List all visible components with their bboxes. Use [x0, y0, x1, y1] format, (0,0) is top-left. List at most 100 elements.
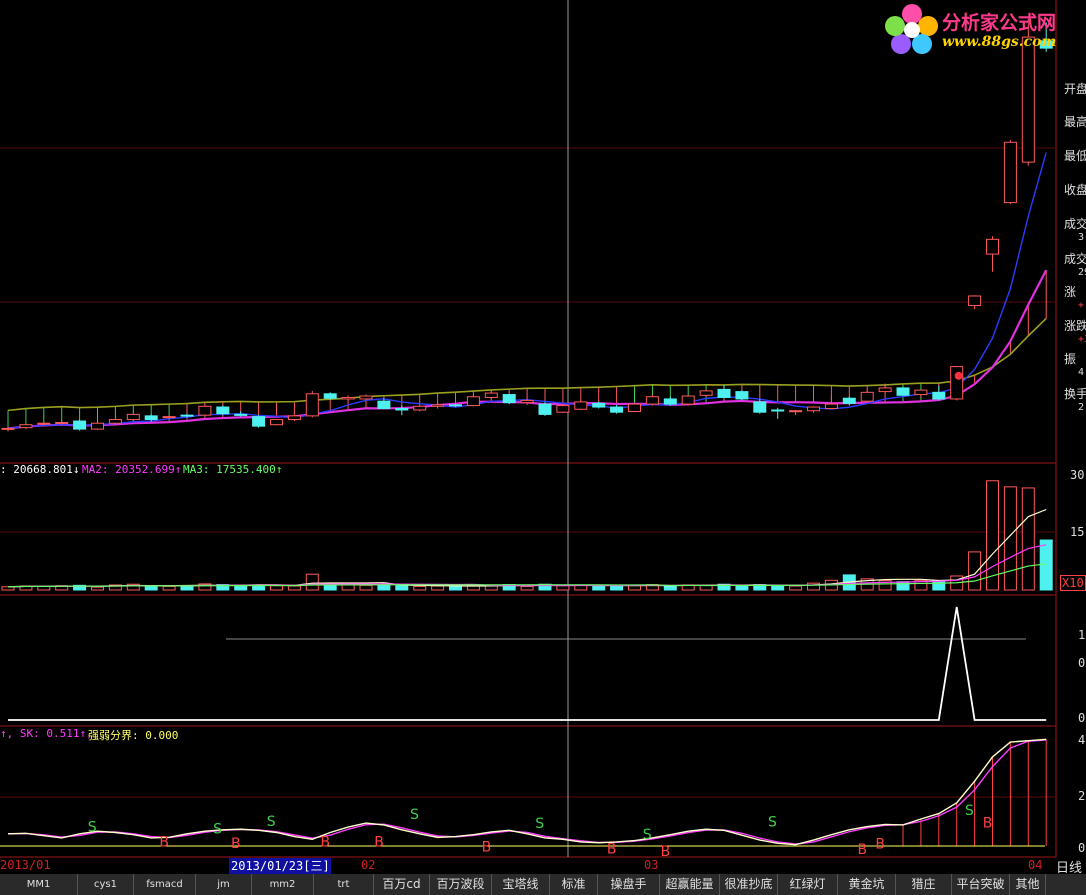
indicator-tab[interactable]: 百万波段	[430, 874, 492, 895]
candle-up	[824, 403, 838, 410]
buy-signal-dot	[954, 371, 963, 380]
candle-up	[270, 419, 283, 426]
indicator-tab[interactable]: 宝塔线	[492, 874, 550, 895]
indicator-tab[interactable]: 红绿灯	[778, 874, 838, 895]
indicator-tab[interactable]: 超赢能量	[660, 874, 720, 895]
quote-field-label: 成交	[1064, 252, 1086, 266]
indicator-tab[interactable]: 黄金坑	[838, 874, 896, 895]
sell-signal-label: S	[535, 816, 544, 832]
candle-down	[449, 404, 462, 407]
volume-axis-top: 30	[1070, 468, 1085, 482]
sell-signal-label: S	[643, 827, 652, 843]
kline-chart-window[interactable]: SBBSBSBSBSBSBBSBSB 分析家公式网 www.88gs.com 开…	[0, 0, 1086, 895]
signal-axis-top: 1	[1078, 628, 1086, 642]
candle-up	[681, 395, 695, 405]
indicator-tab[interactable]: jm	[196, 874, 252, 895]
kd-sd-line	[7, 739, 1047, 845]
buy-signal-label: B	[231, 836, 241, 852]
kd-sk-label: ↑, SK: 0.511↑,	[0, 727, 93, 740]
candle-down	[896, 387, 910, 396]
candle-up	[789, 410, 803, 413]
candle-down	[323, 393, 337, 399]
indicator-tab[interactable]: 平台突破	[952, 874, 1010, 895]
quote-field-value: 3	[1078, 232, 1085, 243]
indicator-tab[interactable]: MM1	[0, 874, 78, 895]
candle-up	[878, 387, 892, 393]
candle-down	[753, 401, 767, 413]
date-tick-feb: 02	[361, 858, 376, 872]
flower-logo-icon	[885, 4, 938, 54]
buy-signal-label: B	[321, 835, 331, 851]
volume-bar	[896, 581, 910, 591]
buy-signal-label: B	[858, 842, 868, 858]
volume-ma1-label: : 20668.801↓	[0, 463, 80, 476]
buy-signal-label: B	[661, 844, 671, 860]
date-tick-apr: 04	[1028, 858, 1043, 872]
volume-bar	[91, 586, 104, 591]
quote-field-label: 成交	[1064, 217, 1086, 231]
indicator-tab[interactable]: fsmacd	[134, 874, 196, 895]
candle-down	[592, 402, 606, 408]
volume-bar	[359, 584, 373, 591]
volume-bar-chart	[1, 480, 1053, 591]
indicator-tab[interactable]: 标准	[550, 874, 598, 895]
indicator-tab[interactable]: 其他	[1010, 874, 1046, 895]
volume-bar	[341, 584, 355, 591]
candle-up	[431, 404, 445, 407]
candle-up	[574, 401, 588, 410]
volume-bar	[1039, 539, 1053, 591]
candle-down	[252, 416, 266, 427]
quote-field-label: 最高	[1064, 115, 1086, 129]
quote-field-label: 涨	[1064, 285, 1077, 299]
sell-signal-label: S	[768, 814, 777, 830]
quote-field-label: 涨跌	[1064, 319, 1086, 333]
quote-field-value: 2	[1078, 402, 1085, 413]
volume-axis-unit: X10	[1060, 575, 1086, 591]
volume-ma2-label: MA2: 20352.699↑	[82, 463, 182, 476]
indicator-tab[interactable]: cys1	[78, 874, 134, 895]
volume-bar	[270, 585, 283, 591]
candle-up	[19, 424, 33, 429]
volume-bar	[287, 585, 301, 591]
candle-up	[126, 413, 140, 421]
candle-down	[842, 397, 856, 404]
candle-up	[1, 427, 15, 430]
candle-up	[359, 395, 373, 400]
kd-indicator-chart: SB BSBSBSBSBSB BSBSB	[0, 738, 1047, 860]
candle-up	[520, 399, 534, 404]
quote-field-label: 振	[1064, 352, 1077, 366]
quote-field-label: 最低	[1064, 149, 1086, 163]
candle-up	[162, 416, 176, 419]
indicator-tab[interactable]: mm2	[252, 874, 314, 895]
logo-title: 分析家公式网	[942, 12, 1057, 34]
logo-url: www.88gs.com	[942, 34, 1057, 50]
volume-bar	[377, 584, 391, 591]
cursor-date-label: 2013/01/23[三]	[229, 858, 331, 874]
volume-ma3-line	[7, 563, 1047, 588]
volume-bar	[610, 585, 624, 591]
candle-up	[484, 392, 498, 398]
candle-up	[950, 366, 964, 400]
candle-up	[860, 391, 874, 402]
signal-axis-bottom: 0	[1078, 711, 1086, 725]
candle-down	[735, 391, 749, 400]
candle-down	[73, 420, 87, 430]
candle-down	[377, 400, 391, 410]
quote-field-value: +3	[1078, 334, 1086, 345]
volume-bar	[789, 585, 803, 591]
volume-bar	[162, 585, 176, 591]
candle-up	[914, 389, 928, 396]
indicator-tab[interactable]: 很准抄底	[720, 874, 778, 895]
candle-down	[395, 408, 409, 411]
indicator-tab[interactable]: 百万cd	[374, 874, 430, 895]
volume-bar	[144, 585, 158, 591]
site-logo: 分析家公式网 www.88gs.com	[884, 2, 1084, 54]
candle-up	[198, 405, 212, 416]
kd-sk-line	[7, 738, 1047, 846]
candle-up	[37, 422, 51, 425]
volume-ma3-label: MA3: 17535.400↑	[183, 463, 283, 476]
kd-axis-0: 0	[1078, 841, 1086, 855]
indicator-tab[interactable]: trt	[314, 874, 374, 895]
indicator-tab[interactable]: 猎庄	[896, 874, 952, 895]
indicator-tab[interactable]: 操盘手	[598, 874, 660, 895]
